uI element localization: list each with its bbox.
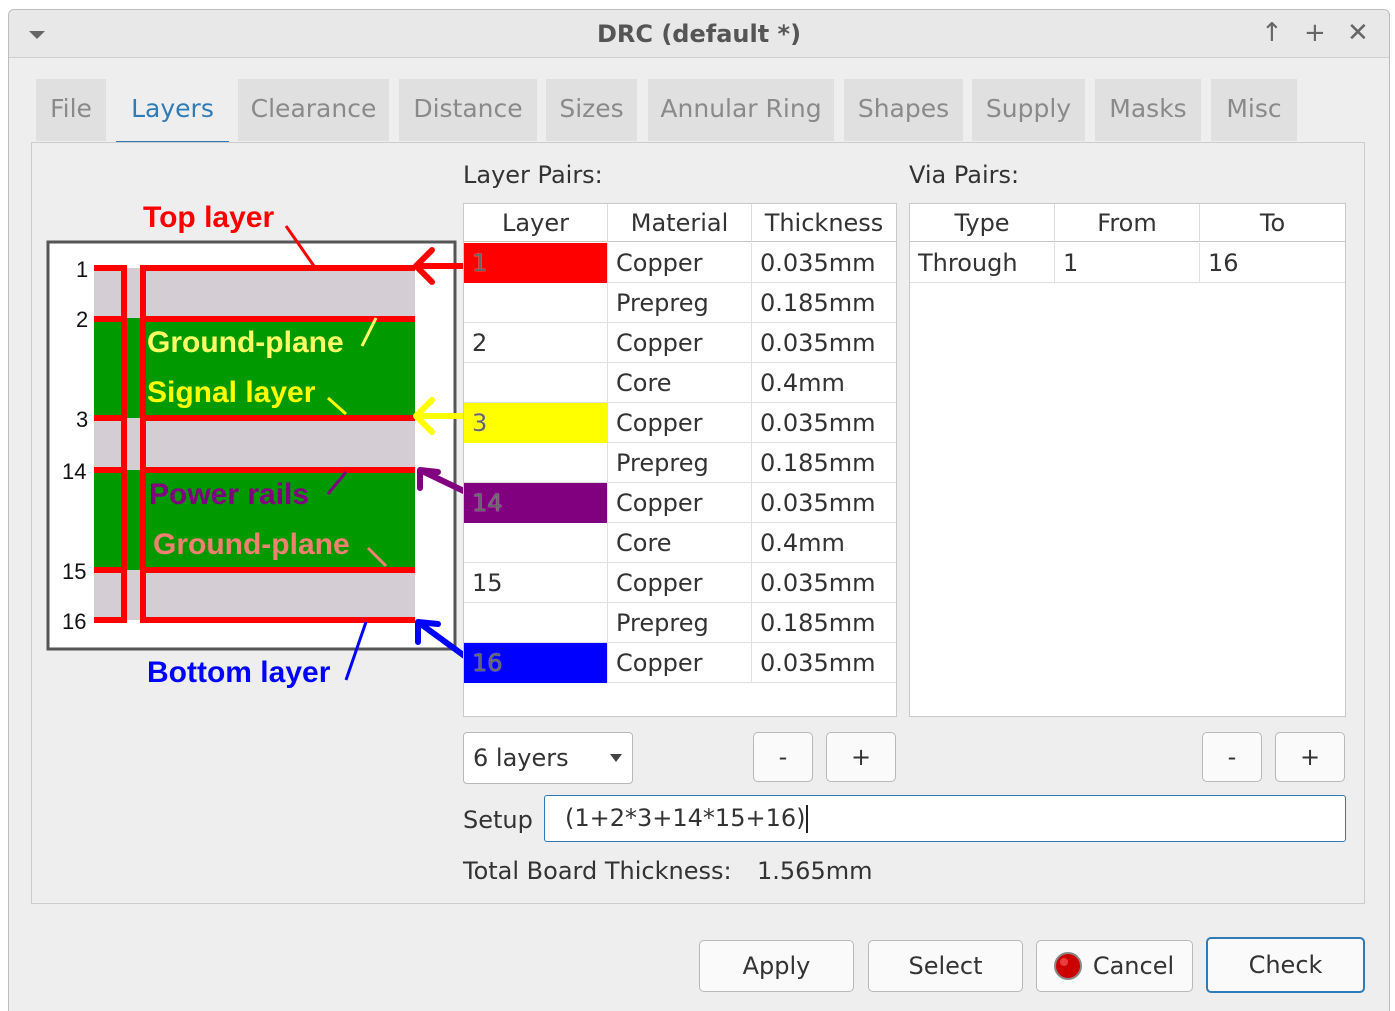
check-button[interactable]: Check xyxy=(1206,937,1365,993)
ground-plane-label-1: Ground-plane xyxy=(147,326,344,359)
layer-cell[interactable] xyxy=(464,523,608,563)
layers-count-value: 6 layers xyxy=(473,744,569,772)
via-to-cell[interactable]: 16 xyxy=(1200,243,1345,283)
thickness-cell[interactable]: 0.035mm xyxy=(752,563,896,603)
material-cell[interactable]: Core xyxy=(608,363,752,403)
table-row[interactable]: 2 Copper 0.035mm xyxy=(464,323,896,363)
column-header-to[interactable]: To xyxy=(1200,204,1345,242)
table-row[interactable]: 16 Copper 0.035mm xyxy=(464,643,896,683)
layer-number: 16 xyxy=(62,609,87,634)
layer-cell[interactable]: 2 xyxy=(464,323,608,363)
thickness-cell[interactable]: 0.035mm xyxy=(752,243,896,283)
table-row[interactable]: 14 Copper 0.035mm xyxy=(464,483,896,523)
tab-supply[interactable]: Supply xyxy=(972,79,1085,141)
thickness-cell[interactable]: 0.185mm xyxy=(752,443,896,483)
power-rails-label: Power rails xyxy=(149,478,310,511)
table-row[interactable]: Prepreg 0.185mm xyxy=(464,603,896,643)
remove-layer-button[interactable]: - xyxy=(753,732,813,782)
table-row[interactable]: 15 Copper 0.035mm xyxy=(464,563,896,603)
setup-input[interactable]: (1+2*3+14*15+16) xyxy=(544,795,1346,842)
layer-pairs-heading: Layer Pairs: xyxy=(463,161,603,189)
top-layer-label: Top layer xyxy=(143,201,275,234)
thickness-cell[interactable]: 0.4mm xyxy=(752,523,896,563)
add-via-button[interactable]: + xyxy=(1275,732,1345,782)
ground-plane-label-2: Ground-plane xyxy=(153,528,350,561)
stop-icon xyxy=(1054,952,1082,980)
layer-number: 2 xyxy=(76,307,89,332)
total-thickness-value: 1.565mm xyxy=(757,857,873,885)
column-header-layer[interactable]: Layer xyxy=(464,204,608,242)
material-cell[interactable]: Core xyxy=(608,523,752,563)
layer-number: 3 xyxy=(76,407,89,432)
tab-misc[interactable]: Misc xyxy=(1211,79,1297,141)
add-icon[interactable]: + xyxy=(1304,18,1326,48)
thickness-cell[interactable]: 0.035mm xyxy=(752,403,896,443)
tab-masks[interactable]: Masks xyxy=(1095,79,1201,141)
setup-value: (1+2*3+14*15+16) xyxy=(565,804,806,832)
layer-cell[interactable]: 16 xyxy=(464,643,608,683)
material-cell[interactable]: Copper xyxy=(608,483,752,523)
column-header-from[interactable]: From xyxy=(1055,204,1200,242)
layer-number: 15 xyxy=(62,559,87,584)
layer-cell[interactable]: 1 xyxy=(464,243,608,283)
material-cell[interactable]: Prepreg xyxy=(608,443,752,483)
thickness-cell[interactable]: 0.4mm xyxy=(752,363,896,403)
thickness-cell[interactable]: 0.185mm xyxy=(752,283,896,323)
material-cell[interactable]: Copper xyxy=(608,403,752,443)
via-pairs-heading: Via Pairs: xyxy=(909,161,1020,189)
material-cell[interactable]: Copper xyxy=(608,243,752,283)
material-cell[interactable]: Copper xyxy=(608,323,752,363)
table-row[interactable]: 3 Copper 0.035mm xyxy=(464,403,896,443)
material-cell[interactable]: Copper xyxy=(608,643,752,683)
bottom-layer-label: Bottom layer xyxy=(147,656,331,689)
layer-cell[interactable]: 14 xyxy=(464,483,608,523)
layer-cell[interactable] xyxy=(464,363,608,403)
column-header-thickness[interactable]: Thickness xyxy=(752,204,896,242)
via-type-cell[interactable]: Through xyxy=(910,243,1055,283)
layer-cell[interactable] xyxy=(464,283,608,323)
layer-cell[interactable]: 3 xyxy=(464,403,608,443)
table-row[interactable]: Core 0.4mm xyxy=(464,523,896,563)
close-icon[interactable]: ✕ xyxy=(1347,18,1369,48)
table-row[interactable]: Prepreg 0.185mm xyxy=(464,443,896,483)
select-button[interactable]: Select xyxy=(868,940,1023,992)
column-header-type[interactable]: Type xyxy=(910,204,1055,242)
thickness-cell[interactable]: 0.035mm xyxy=(752,323,896,363)
material-cell[interactable]: Copper xyxy=(608,563,752,603)
signal-layer-label: Signal layer xyxy=(147,376,316,409)
layer-cell[interactable] xyxy=(464,603,608,643)
table-row[interactable]: Through 1 16 xyxy=(910,243,1345,283)
table-row[interactable]: Prepreg 0.185mm xyxy=(464,283,896,323)
layer-cell[interactable]: 15 xyxy=(464,563,608,603)
total-thickness-label: Total Board Thickness: xyxy=(463,857,732,885)
via-from-cell[interactable]: 1 xyxy=(1055,243,1200,283)
layer-number: 1 xyxy=(76,257,89,282)
layer-cell[interactable] xyxy=(464,443,608,483)
layer-number: 14 xyxy=(62,459,87,484)
chevron-down-icon xyxy=(610,754,622,762)
setup-label: Setup xyxy=(463,806,533,834)
column-header-material[interactable]: Material xyxy=(608,204,752,242)
apply-button[interactable]: Apply xyxy=(699,940,854,992)
layers-count-select[interactable]: 6 layers xyxy=(463,732,633,784)
layer-pairs-table[interactable]: Layer Material Thickness 1 Copper 0.035mm P… xyxy=(463,203,897,717)
material-cell[interactable]: Prepreg xyxy=(608,603,752,643)
text-caret xyxy=(806,805,809,833)
thickness-cell[interactable]: 0.035mm xyxy=(752,643,896,683)
cancel-button[interactable]: Cancel xyxy=(1036,940,1193,992)
material-cell[interactable]: Prepreg xyxy=(608,283,752,323)
via-pairs-table[interactable]: Type From To Through 1 16 xyxy=(909,203,1346,717)
table-row[interactable]: 1 Copper 0.035mm xyxy=(464,243,896,283)
add-layer-button[interactable]: + xyxy=(826,732,896,782)
cancel-label: Cancel xyxy=(1092,952,1175,980)
thickness-cell[interactable]: 0.185mm xyxy=(752,603,896,643)
table-row[interactable]: Core 0.4mm xyxy=(464,363,896,403)
thickness-cell[interactable]: 0.035mm xyxy=(752,483,896,523)
maximize-icon[interactable]: ↑ xyxy=(1261,18,1283,48)
remove-via-button[interactable]: - xyxy=(1202,732,1262,782)
